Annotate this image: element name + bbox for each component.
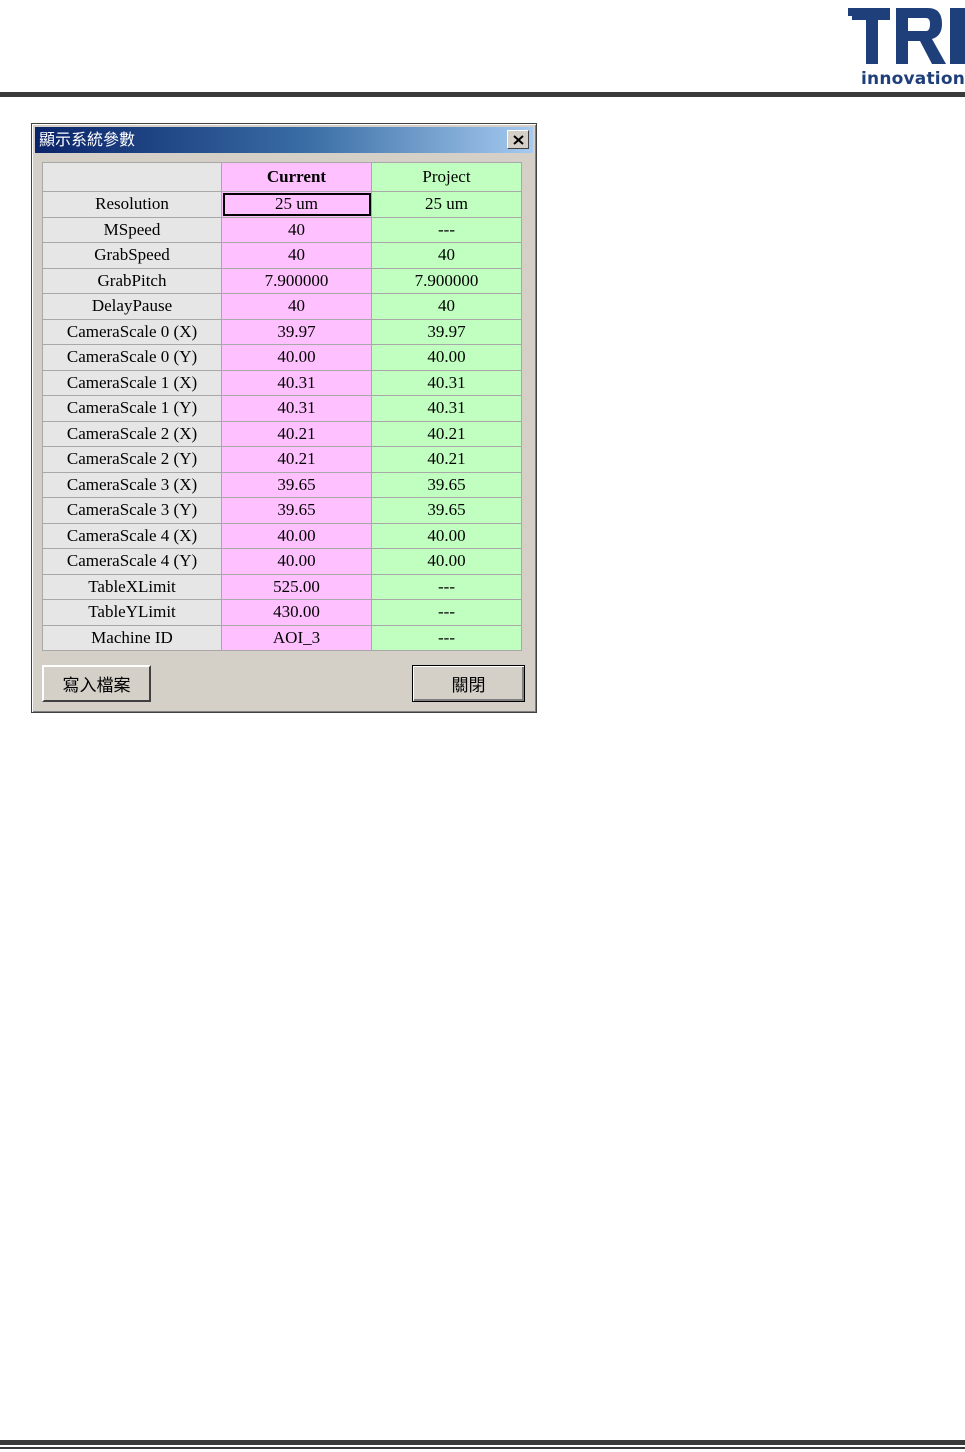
- table-row: TableXLimit 525.00 ---: [42, 573, 522, 600]
- current-value-cell[interactable]: 40.21: [221, 420, 372, 447]
- row-label: CameraScale 3 (Y): [42, 497, 222, 524]
- table-row: CameraScale 3 (X) 39.65 39.65: [42, 471, 522, 498]
- dialog-title: 顯示系統參數: [39, 130, 136, 149]
- project-value-cell[interactable]: 25 um: [371, 191, 522, 218]
- current-value-cell[interactable]: 39.65: [221, 497, 372, 524]
- write-file-button[interactable]: 寫入檔案: [42, 665, 151, 702]
- table-row: CameraScale 1 (Y) 40.31 40.31: [42, 395, 522, 422]
- project-value-cell[interactable]: 40.21: [371, 446, 522, 473]
- table-row: MSpeed 40 ---: [42, 216, 522, 243]
- current-value-cell[interactable]: 40.00: [221, 548, 372, 575]
- project-value-cell[interactable]: 7.900000: [371, 267, 522, 294]
- project-value-cell[interactable]: 39.65: [371, 471, 522, 498]
- tri-logo-icon: [848, 8, 965, 64]
- row-label: GrabPitch: [42, 267, 222, 294]
- project-value-cell[interactable]: 40.21: [371, 420, 522, 447]
- table-row: CameraScale 4 (Y) 40.00 40.00: [42, 548, 522, 575]
- row-label: CameraScale 0 (Y): [42, 344, 222, 371]
- row-label: CameraScale 4 (Y): [42, 548, 222, 575]
- table-row: CameraScale 2 (X) 40.21 40.21: [42, 420, 522, 447]
- grid-header-corner: [42, 162, 222, 192]
- project-value-cell[interactable]: 40.31: [371, 369, 522, 396]
- current-value-cell[interactable]: 40.21: [221, 446, 372, 473]
- row-label: TableYLimit: [42, 599, 222, 626]
- system-parameters-dialog: 顯示系統參數 Current Project Resolution 25 um 25…: [31, 123, 537, 713]
- table-row: TableYLimit 430.00 ---: [42, 599, 522, 626]
- footer-rule-thin: [0, 1447, 965, 1449]
- row-label: CameraScale 0 (X): [42, 318, 222, 345]
- dialog-titlebar[interactable]: 顯示系統參數: [35, 127, 533, 153]
- table-row: Machine ID AOI_3 ---: [42, 624, 522, 651]
- project-value-cell[interactable]: 40.00: [371, 344, 522, 371]
- column-header-current[interactable]: Current: [221, 162, 372, 192]
- close-icon: [512, 134, 524, 145]
- project-value-cell[interactable]: 40: [371, 293, 522, 320]
- current-value-cell[interactable]: 40.31: [221, 369, 372, 396]
- row-label: CameraScale 1 (Y): [42, 395, 222, 422]
- project-value-cell[interactable]: ---: [371, 573, 522, 600]
- current-value-cell[interactable]: 39.65: [221, 471, 372, 498]
- grid-header-row: Current Project: [42, 162, 522, 192]
- project-value-cell[interactable]: ---: [371, 599, 522, 626]
- table-row: CameraScale 4 (X) 40.00 40.00: [42, 522, 522, 549]
- project-value-cell[interactable]: 40.31: [371, 395, 522, 422]
- logo-wordmark: innovation: [861, 69, 965, 89]
- close-window-button[interactable]: [507, 130, 529, 149]
- row-label: CameraScale 4 (X): [42, 522, 222, 549]
- row-label: GrabSpeed: [42, 242, 222, 269]
- row-label: CameraScale 2 (X): [42, 420, 222, 447]
- row-label: CameraScale 2 (Y): [42, 446, 222, 473]
- table-row: CameraScale 3 (Y) 39.65 39.65: [42, 497, 522, 524]
- current-value-cell[interactable]: 430.00: [221, 599, 372, 626]
- close-button[interactable]: 關閉: [412, 665, 525, 702]
- tri-innovation-logo: innovation: [846, 4, 965, 90]
- current-value-cell[interactable]: 7.900000: [221, 267, 372, 294]
- table-row: Resolution 25 um 25 um: [42, 191, 522, 218]
- current-value-cell[interactable]: 39.97: [221, 318, 372, 345]
- row-label: TableXLimit: [42, 573, 222, 600]
- current-value-cell[interactable]: 40: [221, 242, 372, 269]
- row-label: Resolution: [42, 191, 222, 218]
- footer-rule: [0, 1440, 965, 1445]
- project-value-cell[interactable]: 40.00: [371, 548, 522, 575]
- row-label: MSpeed: [42, 216, 222, 243]
- row-label: CameraScale 1 (X): [42, 369, 222, 396]
- table-row: CameraScale 1 (X) 40.31 40.31: [42, 369, 522, 396]
- column-header-project[interactable]: Project: [371, 162, 522, 192]
- header-rule: [0, 92, 965, 97]
- table-row: CameraScale 2 (Y) 40.21 40.21: [42, 446, 522, 473]
- row-label: CameraScale 3 (X): [42, 471, 222, 498]
- current-value-cell[interactable]: 25 um: [221, 191, 372, 218]
- project-value-cell[interactable]: ---: [371, 624, 522, 651]
- table-row: CameraScale 0 (Y) 40.00 40.00: [42, 344, 522, 371]
- current-value-cell[interactable]: 40: [221, 293, 372, 320]
- current-value-cell[interactable]: 40.00: [221, 344, 372, 371]
- table-row: DelayPause 40 40: [42, 293, 522, 320]
- table-row: CameraScale 0 (X) 39.97 39.97: [42, 318, 522, 345]
- current-value-cell[interactable]: 40.31: [221, 395, 372, 422]
- project-value-cell[interactable]: 39.97: [371, 318, 522, 345]
- table-row: GrabPitch 7.900000 7.900000: [42, 267, 522, 294]
- parameters-grid: Current Project Resolution 25 um 25 um MSpe…: [42, 162, 522, 651]
- current-value-cell[interactable]: 40: [221, 216, 372, 243]
- row-label: Machine ID: [42, 624, 222, 651]
- project-value-cell[interactable]: 40: [371, 242, 522, 269]
- row-label: DelayPause: [42, 293, 222, 320]
- table-row: GrabSpeed 40 40: [42, 242, 522, 269]
- current-value-cell[interactable]: AOI_3: [221, 624, 372, 651]
- project-value-cell[interactable]: 39.65: [371, 497, 522, 524]
- current-value-cell[interactable]: 525.00: [221, 573, 372, 600]
- current-value-cell[interactable]: 40.00: [221, 522, 372, 549]
- project-value-cell[interactable]: 40.00: [371, 522, 522, 549]
- project-value-cell[interactable]: ---: [371, 216, 522, 243]
